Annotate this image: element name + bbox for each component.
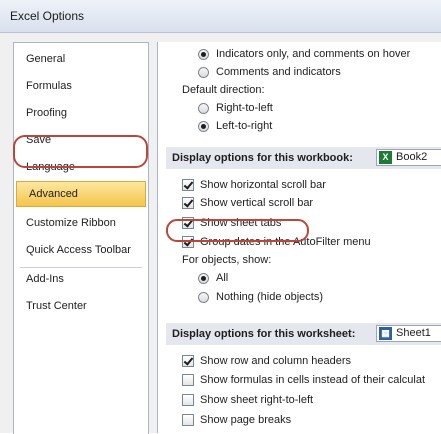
nav-item-add-ins[interactable]: Add-Ins (14, 267, 148, 291)
radio-row-comments-and-indicators[interactable]: Comments and indicators (158, 63, 441, 81)
radio-objects-nothing[interactable] (198, 292, 209, 303)
option-label-sheet-right-to-left: Show sheet right-to-left (200, 394, 314, 406)
option-show-vertical-scroll-bar[interactable]: Show vertical scroll bar (158, 194, 441, 212)
sheet-tabs-highlight-ring (166, 219, 309, 242)
title-bar: Excel Options (0, 0, 441, 33)
radio-label-left-to-right: Left-to-right (216, 120, 273, 132)
radio-label-objects-nothing: Nothing (hide objects) (216, 291, 324, 303)
objects-show-label: For objects, show: (182, 254, 272, 266)
worksheet-select-value: Sheet1 (396, 327, 431, 339)
options-nav: General Formulas Proofing Save Language … (13, 42, 149, 434)
nav-item-customize-ribbon[interactable]: Customize Ribbon (14, 211, 148, 235)
checkbox-show-formulas[interactable] (182, 374, 194, 386)
radio-row-objects-all[interactable]: All (158, 269, 441, 287)
workbook-select[interactable]: X Book2 (376, 149, 441, 166)
option-label-row-column-headers: Show row and column headers (200, 355, 352, 367)
radio-row-objects-nothing[interactable]: Nothing (hide objects) (158, 288, 441, 306)
nav-item-formulas[interactable]: Formulas (14, 74, 148, 98)
radio-label-objects-all: All (216, 272, 229, 284)
checkbox-vertical-scroll-bar[interactable] (182, 197, 194, 209)
nav-item-proofing[interactable]: Proofing (14, 101, 148, 125)
nav-item-advanced[interactable]: Advanced (16, 181, 146, 207)
radio-objects-all[interactable] (198, 273, 209, 284)
radio-row-left-to-right[interactable]: Left-to-right (158, 117, 441, 135)
nav-item-trust-center[interactable]: Trust Center (14, 294, 148, 318)
option-show-page-breaks[interactable]: Show page breaks (158, 411, 441, 429)
workbook-select-value: Book2 (396, 151, 428, 163)
radio-row-indicators-only[interactable]: Indicators only, and comments on hover (158, 45, 441, 63)
option-label-vertical-scroll-bar: Show vertical scroll bar (200, 197, 314, 209)
radio-label-comments-and-indicators: Comments and indicators (216, 66, 341, 78)
radio-label-right-to-left: Right-to-left (216, 102, 273, 114)
option-label-page-breaks: Show page breaks (200, 414, 292, 426)
worksheet-icon: ▦ (379, 327, 392, 340)
nav-item-general[interactable]: General (14, 47, 148, 71)
excel-workbook-icon: X (379, 151, 392, 164)
workbook-section-header: Display options for this workbook: X Boo… (166, 147, 441, 169)
radio-row-right-to-left[interactable]: Right-to-left (158, 99, 441, 117)
radio-right-to-left[interactable] (198, 103, 209, 114)
advanced-highlight-ring (13, 135, 148, 168)
checkbox-horizontal-scroll-bar[interactable] (182, 179, 194, 191)
option-label-show-formulas: Show formulas in cells instead of their … (200, 374, 425, 386)
radio-label-indicators-only: Indicators only, and comments on hover (216, 48, 411, 60)
option-show-horizontal-scroll-bar[interactable]: Show horizontal scroll bar (158, 176, 441, 194)
option-show-row-column-headers[interactable]: Show row and column headers (158, 352, 441, 370)
worksheet-select[interactable]: ▦ Sheet1 (376, 325, 441, 342)
radio-left-to-right[interactable] (198, 121, 209, 132)
option-show-sheet-right-to-left[interactable]: Show sheet right-to-left (158, 391, 441, 409)
checkbox-row-column-headers[interactable] (182, 355, 194, 367)
radio-comments-and-indicators[interactable] (198, 67, 209, 78)
checkbox-page-breaks[interactable] (182, 414, 194, 426)
option-show-formulas[interactable]: Show formulas in cells instead of their … (158, 371, 441, 389)
default-direction-label: Default direction: (182, 84, 265, 96)
checkbox-sheet-right-to-left[interactable] (182, 394, 194, 406)
worksheet-section-header: Display options for this worksheet: ▦ Sh… (166, 323, 441, 345)
worksheet-section-title: Display options for this worksheet: (172, 328, 356, 340)
nav-item-quick-access-toolbar[interactable]: Quick Access Toolbar (14, 238, 148, 262)
workbook-section-title: Display options for this workbook: (172, 152, 353, 164)
excel-options-window: Excel Options General Formulas Proofing … (0, 0, 441, 434)
option-label-horizontal-scroll-bar: Show horizontal scroll bar (200, 179, 326, 191)
window-title: Excel Options (10, 9, 85, 23)
radio-indicators-only[interactable] (198, 49, 209, 60)
